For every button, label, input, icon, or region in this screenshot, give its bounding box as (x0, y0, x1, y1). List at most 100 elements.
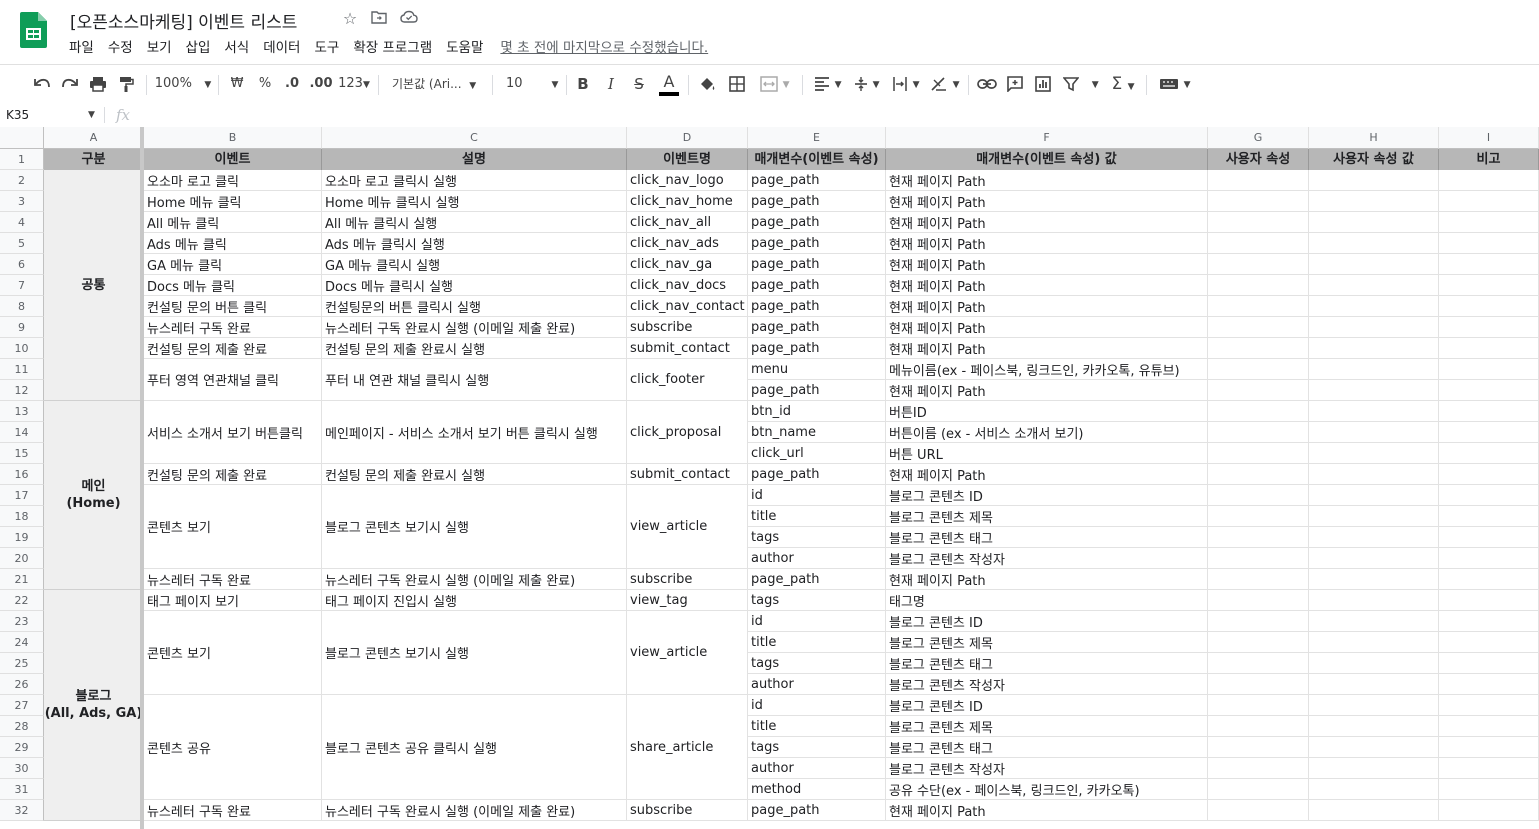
event-name-cell[interactable]: click_nav_docs (627, 275, 748, 296)
row-header[interactable]: 21 (0, 569, 44, 590)
param-value-cell[interactable]: 현재 페이지 Path (886, 191, 1208, 212)
row-header[interactable]: 13 (0, 401, 44, 422)
empty-cell[interactable] (1309, 674, 1439, 695)
empty-cell[interactable] (1439, 590, 1539, 611)
empty-cell[interactable] (1439, 506, 1539, 527)
param-cell[interactable]: author (748, 758, 886, 779)
event-cell[interactable]: 뉴스레터 구독 완료 (144, 800, 322, 821)
header-cell-b[interactable]: 이벤트 (144, 149, 322, 170)
description-cell[interactable]: 푸터 내 연관 채널 클릭시 실행 (322, 359, 627, 401)
empty-cell[interactable] (1309, 359, 1439, 380)
empty-cell[interactable] (1208, 695, 1309, 716)
empty-cell[interactable] (1208, 506, 1309, 527)
param-value-cell[interactable]: 현재 페이지 Path (886, 569, 1208, 590)
menu-data[interactable]: 데이터 (256, 38, 307, 58)
param-cell[interactable]: page_path (748, 380, 886, 401)
description-cell[interactable]: Home 메뉴 클릭시 실행 (322, 191, 627, 212)
text-color-button[interactable]: A (658, 65, 680, 103)
description-cell[interactable]: All 메뉴 클릭시 실행 (322, 212, 627, 233)
event-name-cell[interactable]: click_footer (627, 359, 748, 401)
empty-cell[interactable] (1439, 779, 1539, 800)
zoom-select[interactable]: 100% ▼ (154, 65, 212, 103)
row-header[interactable]: 14 (0, 422, 44, 443)
empty-cell[interactable] (1309, 170, 1439, 191)
move-folder-icon[interactable] (370, 10, 388, 28)
description-cell[interactable]: 오소마 로고 클릭시 실행 (322, 170, 627, 191)
description-cell[interactable]: 메인페이지 - 서비스 소개서 보기 버튼 클릭시 실행 (322, 401, 627, 464)
empty-cell[interactable] (1439, 338, 1539, 359)
row-header[interactable]: 11 (0, 359, 44, 380)
empty-cell[interactable] (1309, 317, 1439, 338)
event-name-cell[interactable]: click_nav_logo (627, 170, 748, 191)
empty-cell[interactable] (1208, 317, 1309, 338)
column-header-c[interactable]: C (322, 127, 627, 149)
undo-icon[interactable] (32, 65, 52, 103)
event-cell[interactable]: 오소마 로고 클릭 (144, 170, 322, 191)
param-value-cell[interactable]: 현재 페이지 Path (886, 233, 1208, 254)
event-name-cell[interactable]: view_tag (627, 590, 748, 611)
row-header[interactable]: 24 (0, 632, 44, 653)
empty-cell[interactable] (1439, 653, 1539, 674)
empty-cell[interactable] (1309, 212, 1439, 233)
filter-icon[interactable]: ▼ (1060, 65, 1102, 103)
event-name-cell[interactable]: submit_contact (627, 464, 748, 485)
empty-cell[interactable] (1309, 527, 1439, 548)
menu-file[interactable]: 파일 (62, 38, 101, 58)
param-cell[interactable]: id (748, 611, 886, 632)
param-value-cell[interactable]: 현재 페이지 Path (886, 275, 1208, 296)
empty-cell[interactable] (1208, 716, 1309, 737)
percent-format-button[interactable]: % (255, 65, 275, 103)
param-value-cell[interactable]: 메뉴이름(ex - 페이스북, 링크드인, 카카오톡, 유튜브) (886, 359, 1208, 380)
row-header[interactable]: 26 (0, 674, 44, 695)
row-header[interactable]: 12 (0, 380, 44, 401)
event-cell[interactable]: 컨설팅 문의 버튼 클릭 (144, 296, 322, 317)
row-header[interactable]: 20 (0, 548, 44, 569)
empty-cell[interactable] (1309, 422, 1439, 443)
row-header[interactable]: 2 (0, 170, 44, 191)
empty-cell[interactable] (1309, 779, 1439, 800)
event-name-cell[interactable]: click_nav_contact (627, 296, 748, 317)
row-header[interactable]: 3 (0, 191, 44, 212)
empty-cell[interactable] (1208, 233, 1309, 254)
paint-format-icon[interactable] (116, 65, 136, 103)
event-cell[interactable]: Docs 메뉴 클릭 (144, 275, 322, 296)
empty-cell[interactable] (1309, 716, 1439, 737)
empty-cell[interactable] (1309, 758, 1439, 779)
empty-cell[interactable] (1439, 758, 1539, 779)
text-rotation-icon[interactable]: ▼ (928, 65, 962, 103)
description-cell[interactable]: 컨설팅문의 버튼 클릭시 실행 (322, 296, 627, 317)
empty-cell[interactable] (1208, 380, 1309, 401)
empty-cell[interactable] (1309, 338, 1439, 359)
empty-cell[interactable] (1208, 275, 1309, 296)
empty-cell[interactable] (1439, 380, 1539, 401)
currency-format-button[interactable]: ₩ (227, 65, 247, 103)
empty-cell[interactable] (1309, 569, 1439, 590)
param-cell[interactable]: page_path (748, 296, 886, 317)
empty-cell[interactable] (1439, 569, 1539, 590)
empty-cell[interactable] (1309, 443, 1439, 464)
event-name-cell[interactable]: click_nav_home (627, 191, 748, 212)
event-cell[interactable]: 뉴스레터 구독 완료 (144, 317, 322, 338)
param-cell[interactable]: page_path (748, 233, 886, 254)
row-header[interactable]: 19 (0, 527, 44, 548)
insert-link-icon[interactable] (976, 65, 998, 103)
header-cell-h[interactable]: 사용자 속성 값 (1309, 149, 1439, 170)
functions-icon[interactable]: Σ ▼ (1106, 65, 1140, 103)
param-cell[interactable]: page_path (748, 191, 886, 212)
menu-view[interactable]: 보기 (140, 38, 179, 58)
param-cell[interactable]: author (748, 674, 886, 695)
text-wrapping-icon[interactable]: ▼ (889, 65, 923, 103)
empty-cell[interactable] (1208, 590, 1309, 611)
empty-cell[interactable] (1208, 653, 1309, 674)
empty-cell[interactable] (1309, 506, 1439, 527)
description-cell[interactable]: Docs 메뉴 클릭시 실행 (322, 275, 627, 296)
empty-cell[interactable] (1208, 527, 1309, 548)
param-cell[interactable]: page_path (748, 800, 886, 821)
row-header[interactable]: 4 (0, 212, 44, 233)
event-cell[interactable]: 푸터 영역 연관채널 클릭 (144, 359, 322, 401)
row-header[interactable]: 9 (0, 317, 44, 338)
row-header[interactable]: 5 (0, 233, 44, 254)
param-value-cell[interactable]: 블로그 콘텐츠 ID (886, 611, 1208, 632)
empty-cell[interactable] (1439, 191, 1539, 212)
description-cell[interactable]: 블로그 콘텐츠 보기시 실행 (322, 485, 627, 569)
